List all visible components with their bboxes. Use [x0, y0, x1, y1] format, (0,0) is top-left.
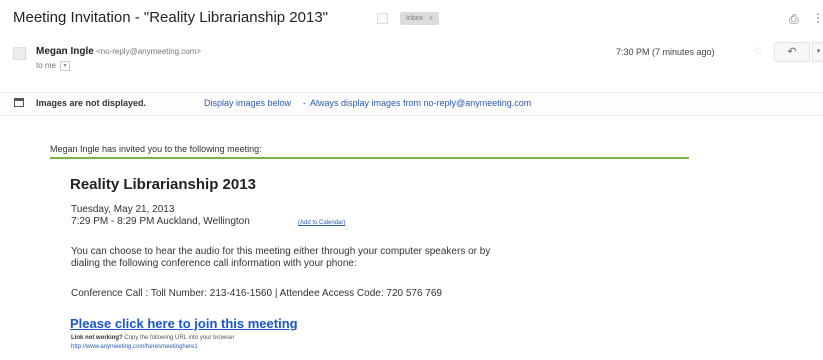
meeting-date: Tuesday, May 21, 2013: [71, 204, 175, 215]
audio-instructions-line2: dialing the following conference call in…: [71, 258, 357, 269]
invitation-intro: Megan Ingle has invited you to the follo…: [50, 144, 262, 154]
conference-call-info: Conference Call : Toll Number: 213-416-1…: [71, 288, 442, 299]
reply-dropdown-button[interactable]: ▾: [812, 42, 823, 62]
recipient-details-toggle[interactable]: ▾: [60, 61, 71, 71]
recipient-text: to me: [36, 61, 57, 71]
images-warning: Images are not displayed.: [36, 98, 147, 108]
always-display-images-link[interactable]: Always display images from no-reply@anym…: [310, 98, 531, 108]
email-subject: Meeting Invitation - "Reality Librarians…: [13, 9, 328, 26]
sender-name[interactable]: Megan Ingle: [36, 46, 94, 57]
reply-button[interactable]: ↶: [774, 42, 810, 62]
recipient-line: to me ▾: [36, 61, 71, 71]
label-remove-button[interactable]: x: [429, 15, 433, 22]
copy-instructions: Copy the following URL into your browser: [124, 335, 235, 341]
meeting-time: 7:29 PM - 8:29 PM Auckland, Wellington: [71, 216, 250, 227]
sender-row: Megan Ingle <no-reply@anymeeting.com> to…: [0, 42, 823, 82]
display-images-link[interactable]: Display images below: [204, 98, 291, 108]
sender-email: <no-reply@anymeeting.com>: [96, 47, 202, 56]
audio-instructions-line1: You can choose to hear the audio for thi…: [71, 246, 491, 257]
link-separator: -: [303, 98, 306, 108]
link-not-working-label: Link not working?: [71, 335, 123, 341]
print-icon[interactable]: ⎙: [789, 12, 799, 27]
image-icon: [14, 98, 24, 107]
dropdown-icon: ▾: [816, 48, 821, 55]
meeting-url[interactable]: http://www.anymeeting.com/heresmeetinghe…: [71, 344, 198, 350]
timestamp: 7:30 PM (7 minutes ago): [616, 47, 715, 57]
images-notice-bar: Images are not displayed. Display images…: [0, 92, 823, 116]
link-help-line: Link not working? Copy the following URL…: [71, 335, 235, 341]
join-meeting-link[interactable]: Please click here to join this meeting: [70, 316, 298, 331]
inbox-label[interactable]: Inbox x: [400, 12, 439, 25]
inbox-label-text: Inbox: [406, 15, 424, 22]
reply-icon: ↶: [787, 46, 797, 58]
meeting-title: Reality Librarianship 2013: [70, 176, 256, 193]
avatar-icon: [13, 47, 26, 60]
more-icon[interactable]: ⋮: [812, 11, 823, 25]
subject-row: Meeting Invitation - "Reality Librarians…: [0, 0, 823, 34]
star-icon[interactable]: ☆: [753, 44, 764, 58]
important-marker-icon[interactable]: [377, 13, 388, 24]
add-to-calendar-link[interactable]: (Add to Calendar): [298, 220, 345, 226]
